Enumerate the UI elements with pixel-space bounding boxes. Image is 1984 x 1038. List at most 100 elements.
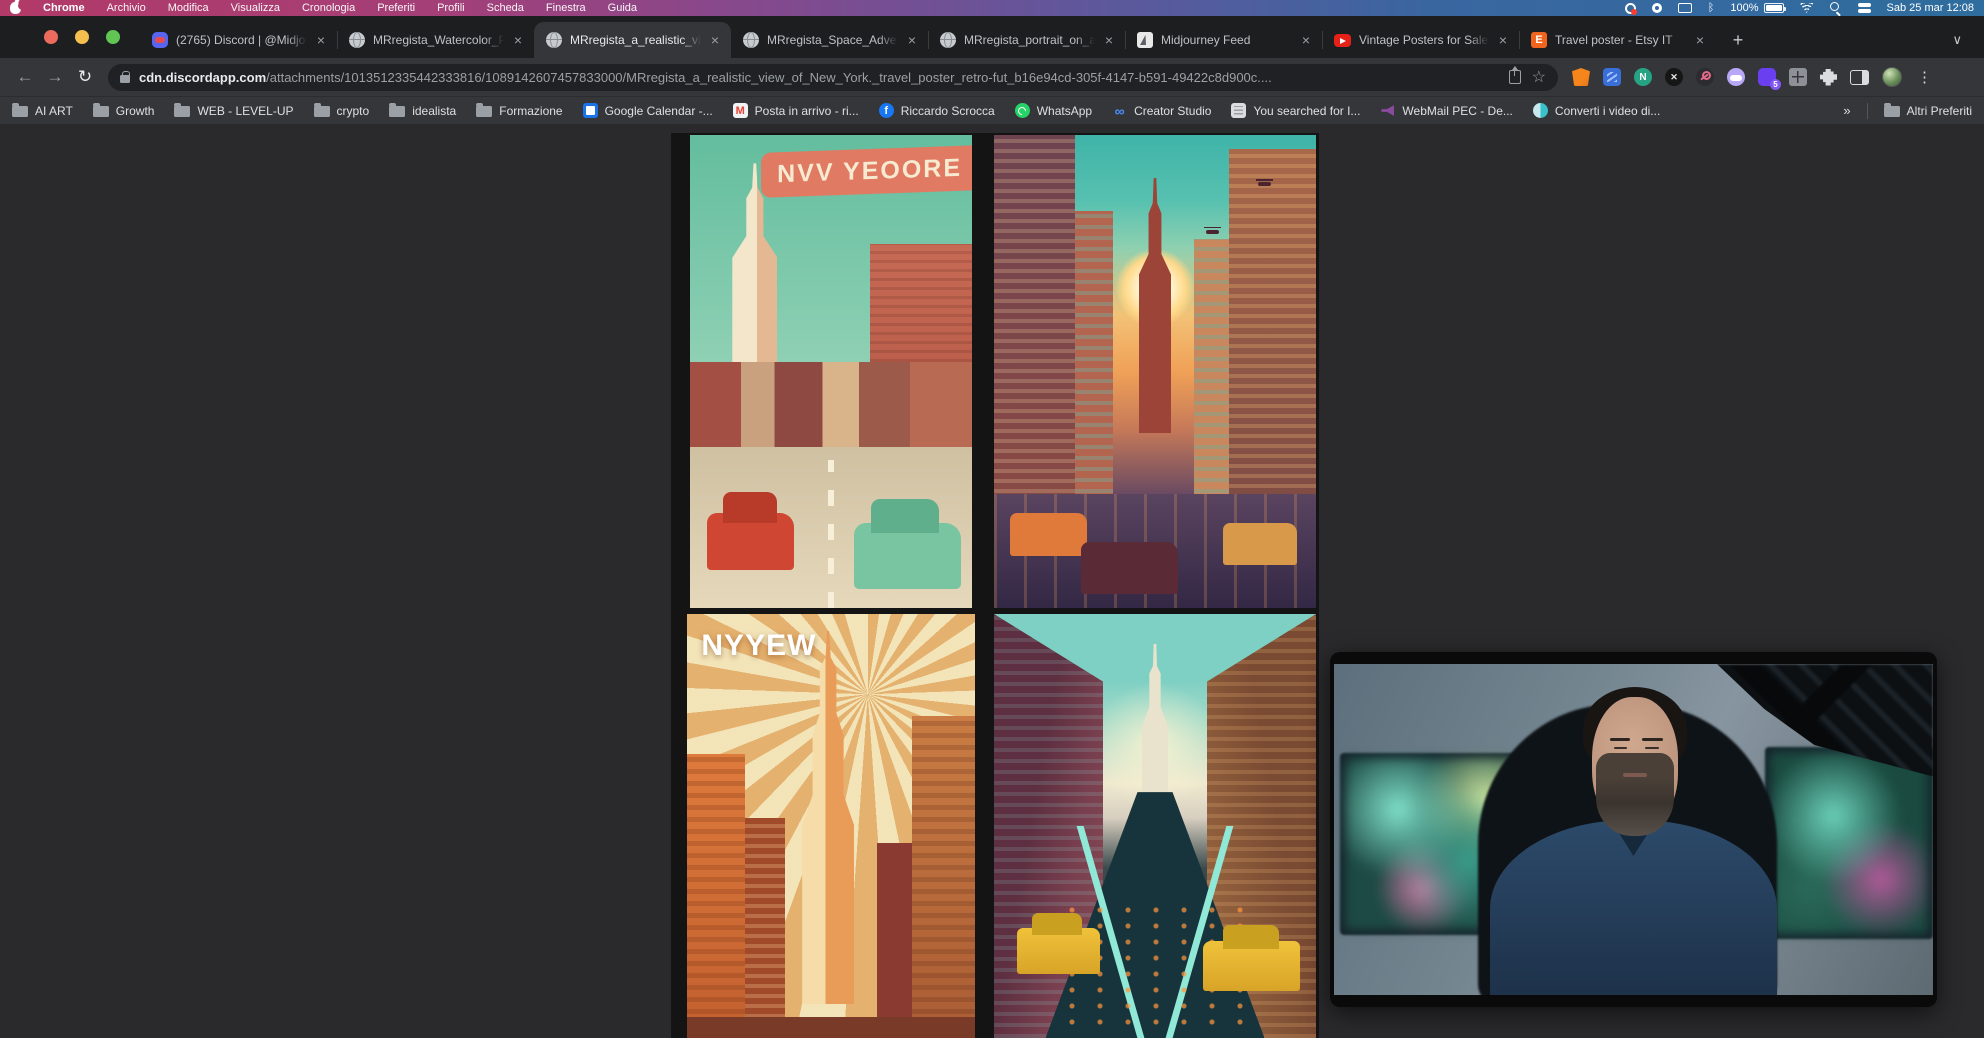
cloud-extension-icon[interactable] <box>1727 68 1745 86</box>
metamask-extension-icon[interactable] <box>1572 68 1590 86</box>
wifi-icon[interactable] <box>1800 3 1814 13</box>
tab-search-chevron-icon[interactable]: ∨ <box>1952 32 1962 48</box>
menu-cronologia[interactable]: Cronologia <box>302 2 355 14</box>
password-key-extension-icon[interactable] <box>1696 68 1714 86</box>
tab-close-icon[interactable]: × <box>1694 33 1706 47</box>
bookmark-whatsapp[interactable]: WhatsApp <box>1015 103 1092 118</box>
menu-modifica[interactable]: Modifica <box>168 2 209 14</box>
folder-icon <box>1884 106 1900 117</box>
tab-close-icon[interactable]: × <box>512 33 524 47</box>
poster2-helicopter <box>1258 182 1271 186</box>
poster-new-york-retro-4 <box>994 614 1316 1038</box>
bookmark-converti-video[interactable]: Converti i video di... <box>1533 103 1660 118</box>
share-icon[interactable] <box>1509 70 1521 84</box>
close-window-button[interactable] <box>44 30 58 44</box>
creator-studio-icon: ∞ <box>1112 103 1127 118</box>
battery-status[interactable]: 100% <box>1730 2 1783 14</box>
poster2-buildings-left <box>994 135 1075 513</box>
tab-portrait[interactable]: MRregista_portrait_on_a_ × <box>928 22 1125 58</box>
tab-watercolor[interactable]: MRregista_Watercolor_Pa × <box>337 22 534 58</box>
gmail-icon: M <box>733 103 748 118</box>
menubar-clock[interactable]: Sab 25 mar 12:08 <box>1887 2 1974 14</box>
youtube-favicon-icon <box>1334 34 1351 47</box>
poster2-yellow-car <box>1223 523 1297 566</box>
tab-space-adventure[interactable]: MRregista_Space_Advent × <box>731 22 928 58</box>
side-panel-icon[interactable] <box>1850 70 1869 85</box>
bookmark-folder-ai-art[interactable]: AI ART <box>12 104 73 118</box>
menu-archivio[interactable]: Archivio <box>107 2 146 14</box>
poster1-title: NVV YEOORE <box>777 154 962 189</box>
menu-guida[interactable]: Guida <box>608 2 637 14</box>
bookmark-folder-crypto[interactable]: crypto <box>314 104 370 118</box>
zoom-window-button[interactable] <box>106 30 120 44</box>
folder-icon <box>389 106 405 117</box>
bookmark-folder-web-level-up[interactable]: WEB - LEVEL-UP <box>174 104 293 118</box>
etsy-favicon-icon: E <box>1531 32 1547 48</box>
tab-close-icon[interactable]: × <box>906 33 918 47</box>
tab-close-icon[interactable]: × <box>1103 33 1115 47</box>
bluetooth-icon[interactable]: ᛒ <box>1708 3 1715 13</box>
bookmark-facebook[interactable]: fRiccardo Scrocca <box>879 103 995 118</box>
bookmark-webmail-pec[interactable]: WebMail PEC - De... <box>1380 103 1512 118</box>
profile-avatar[interactable] <box>1882 67 1902 87</box>
poster3-title: NYYEW <box>701 629 816 663</box>
x-circle-extension-icon[interactable]: ✕ <box>1665 68 1683 86</box>
spotlight-search-icon[interactable] <box>1830 2 1842 14</box>
bookmark-folder-growth[interactable]: Growth <box>93 104 155 118</box>
tab-discord[interactable]: (2765) Discord | @Midjou × <box>140 22 337 58</box>
https-lock-icon[interactable] <box>120 75 130 83</box>
bookmark-folder-altri-preferiti[interactable]: Altri Preferiti <box>1884 104 1972 118</box>
display-icon[interactable] <box>1678 3 1692 13</box>
menu-profili[interactable]: Profili <box>437 2 465 14</box>
bookmark-you-searched[interactable]: You searched for I... <box>1231 103 1360 118</box>
address-bar[interactable]: cdn.discordapp.com/attachments/101351233… <box>108 64 1558 91</box>
poster2-buildings-right2 <box>1194 239 1229 504</box>
badged-extension-icon[interactable]: 5 <box>1758 68 1776 86</box>
bookmark-folder-idealista[interactable]: idealista <box>389 104 456 118</box>
bookmark-folder-formazione[interactable]: Formazione <box>476 104 562 118</box>
menu-visualizza[interactable]: Visualizza <box>231 2 280 14</box>
control-center-icon[interactable] <box>1858 3 1871 14</box>
grid-extension-icon[interactable] <box>1789 68 1807 86</box>
presenter-eye <box>1614 747 1627 750</box>
chrome-menu-icon[interactable]: ⋮ <box>1917 68 1932 86</box>
extensions-puzzle-icon[interactable] <box>1820 69 1837 86</box>
minimize-window-button[interactable] <box>75 30 89 44</box>
menu-finestra[interactable]: Finestra <box>546 2 586 14</box>
screen: Chrome Archivio Modifica Visualizza Cron… <box>0 0 1984 1038</box>
reload-button[interactable]: ↻ <box>70 67 100 87</box>
poster3-buildings-left2 <box>745 818 785 1038</box>
tab-close-icon[interactable]: × <box>315 33 327 47</box>
wave-extension-icon[interactable] <box>1603 68 1621 86</box>
menu-scheda[interactable]: Scheda <box>487 2 524 14</box>
back-button[interactable]: ← <box>10 67 40 87</box>
bookmark-creator-studio[interactable]: ∞Creator Studio <box>1112 103 1211 118</box>
bookmark-gmail[interactable]: MPosta in arrivo - ri... <box>733 103 859 118</box>
tab-realistic-view-active[interactable]: MRregista_a_realistic_vie × <box>534 22 731 58</box>
bookmark-star-icon[interactable]: ☆ <box>1532 67 1546 87</box>
webcam-overlay <box>1330 652 1937 1007</box>
google-calendar-icon <box>583 103 598 118</box>
tab-close-icon[interactable]: × <box>1497 33 1509 47</box>
screen-record-icon[interactable] <box>1625 3 1636 14</box>
tab-close-icon[interactable]: × <box>709 33 721 47</box>
folder-icon <box>12 106 28 117</box>
n-logo-extension-icon[interactable]: N <box>1634 68 1652 86</box>
new-tab-button[interactable]: + <box>1724 26 1752 54</box>
browser-toolbar: ← → ↻ cdn.discordapp.com/attachments/101… <box>0 58 1984 96</box>
tab-vintage-posters[interactable]: Vintage Posters for Sale | × <box>1322 22 1519 58</box>
midjourney-grid-image[interactable]: NVV YEOORE <box>671 133 1319 1038</box>
convert-icon <box>1533 103 1548 118</box>
bookmark-google-calendar[interactable]: Google Calendar -... <box>583 103 713 118</box>
whatsapp-icon <box>1015 103 1030 118</box>
bookmarks-overflow-chevron[interactable]: » <box>1843 103 1850 118</box>
status-ring-icon[interactable] <box>1652 3 1662 13</box>
menu-preferiti[interactable]: Preferiti <box>377 2 415 14</box>
menubar-app-name[interactable]: Chrome <box>43 2 85 14</box>
tab-close-icon[interactable]: × <box>1300 33 1312 47</box>
poster2-buildings-right <box>1229 149 1316 518</box>
tab-midjourney-feed[interactable]: Midjourney Feed × <box>1125 22 1322 58</box>
apple-icon[interactable] <box>10 2 21 14</box>
forward-button[interactable]: → <box>40 67 70 87</box>
tab-etsy[interactable]: E Travel poster - Etsy IT × <box>1519 22 1716 58</box>
